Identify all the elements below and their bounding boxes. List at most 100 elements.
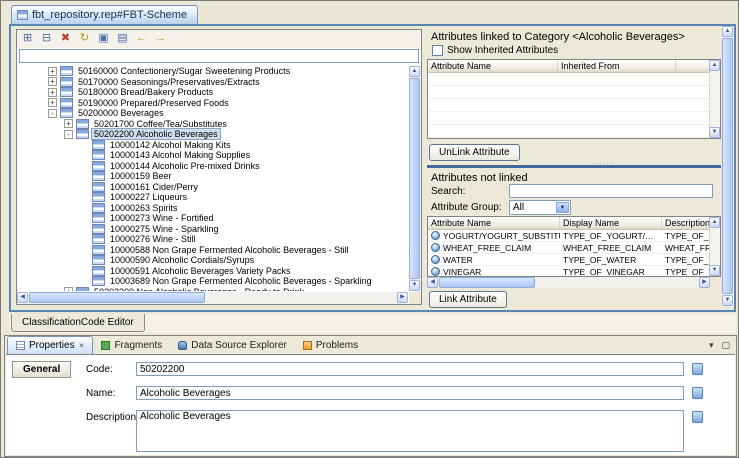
scrollbar-thumb[interactable] — [439, 277, 535, 288]
tree-item[interactable]: 10000590 Alcoholic Cordials/Syrups — [18, 255, 408, 266]
edit-category-button[interactable]: ▤ — [114, 31, 131, 46]
expand-toggle-icon[interactable]: + — [64, 119, 73, 128]
expand-toggle-icon[interactable]: + — [48, 67, 57, 76]
scrollbar-thumb[interactable] — [29, 292, 205, 303]
back-button[interactable]: ← — [133, 31, 150, 46]
attribute-search-input[interactable] — [509, 184, 713, 198]
expand-toggle-icon[interactable]: + — [48, 98, 57, 107]
tree-item[interactable]: 10000276 Wine - Still — [18, 234, 408, 245]
field-decorator-icon[interactable] — [692, 387, 703, 399]
table-vertical-scrollbar[interactable] — [709, 217, 720, 276]
table-row[interactable]: WHEAT_FREE_CLAIMWHEAT_FREE_CLAIMWHEAT_FR… — [428, 242, 709, 254]
expand-all-button[interactable]: ⊞ — [19, 31, 36, 46]
column-header[interactable]: Description — [662, 217, 709, 229]
collapse-toggle-icon[interactable]: - — [64, 130, 73, 139]
tree-item[interactable]: +50190000 Prepared/Preserved Foods — [18, 98, 408, 109]
tree-item[interactable]: -50200000 Beverages — [18, 108, 408, 119]
view-menu-icon[interactable] — [709, 339, 714, 351]
delete-button[interactable]: ✖ — [57, 31, 74, 46]
new-category-button[interactable]: ▣ — [95, 31, 112, 46]
category-icon — [92, 192, 105, 202]
tree-item[interactable]: 10000227 Liqueurs — [18, 192, 408, 203]
expand-toggle-icon[interactable]: + — [64, 287, 73, 291]
table-row[interactable]: YOGURT/YOGURT_SUBSTITUTETYPE_OF_YOGURT/Y… — [428, 230, 709, 242]
tree-item[interactable]: 10000273 Wine - Fortified — [18, 213, 408, 224]
tab-problems[interactable]: Problems — [295, 336, 366, 354]
collapse-toggle-icon[interactable]: - — [48, 109, 57, 118]
tree-item[interactable]: 10000591 Alcoholic Beverages Variety Pac… — [18, 266, 408, 277]
scroll-down-icon[interactable] — [409, 280, 420, 291]
scroll-left-icon[interactable] — [17, 292, 28, 303]
attribute-group-select[interactable]: All — [509, 200, 571, 215]
table-row[interactable]: VINEGARTYPE_OF_VINEGARTYPE_OF_VINEGAR — [428, 266, 709, 277]
tab-fragments[interactable]: Fragments — [93, 336, 170, 354]
close-icon[interactable] — [79, 342, 85, 350]
scroll-up-icon[interactable] — [709, 60, 720, 71]
scroll-right-icon[interactable] — [699, 277, 710, 288]
tree-item[interactable]: 10000263 Spirits — [18, 203, 408, 214]
scrollbar-thumb[interactable] — [409, 78, 420, 279]
tab-properties[interactable]: Properties — [7, 336, 93, 354]
expand-toggle-icon[interactable]: + — [48, 88, 57, 97]
tree-item[interactable]: 10000275 Wine - Sparkling — [18, 224, 408, 235]
scrollbar-thumb[interactable] — [722, 38, 733, 294]
sash-handle-icon[interactable] — [592, 159, 614, 168]
category-icon — [60, 77, 73, 87]
tree-item-label: 10000590 Alcoholic Cordials/Syrups — [108, 255, 256, 265]
tab-data-source-explorer[interactable]: Data Source Explorer — [170, 336, 295, 354]
editor-tab[interactable]: fbt_repository.rep#FBT-Scheme — [11, 5, 198, 24]
tree-item[interactable]: 10000159 Beer — [18, 171, 408, 182]
table-horizontal-scrollbar[interactable] — [427, 277, 710, 288]
link-attribute-button[interactable]: Link Attribute — [429, 291, 507, 308]
tree-item[interactable]: +50170000 Seasonings/Preservatives/Extra… — [18, 77, 408, 88]
tree-horizontal-scrollbar[interactable] — [17, 292, 408, 304]
tree-item[interactable]: 10000142 Alcohol Making Kits — [18, 140, 408, 151]
tree-item[interactable]: +50201700 Coffee/Tea/Substitutes — [18, 119, 408, 130]
tree-item[interactable]: 10003689 Non Grape Fermented Alcoholic B… — [18, 276, 408, 287]
scroll-down-icon[interactable] — [722, 295, 733, 306]
tree-item[interactable]: +50202300 Non Alcoholic Beverages - Read… — [18, 287, 408, 292]
scroll-down-icon[interactable] — [709, 265, 720, 276]
column-header[interactable]: Display Name — [560, 217, 662, 229]
editor-vertical-scrollbar[interactable] — [722, 26, 734, 306]
column-header[interactable]: Attribute Name — [428, 217, 560, 229]
column-header[interactable]: Attribute Name — [428, 60, 558, 72]
maximize-icon[interactable] — [721, 339, 730, 351]
table-row[interactable]: WATERTYPE_OF_WATERTYPE_OF_WATER — [428, 254, 709, 266]
show-inherited-checkbox[interactable] — [432, 45, 443, 56]
collapse-all-button[interactable]: ⊟ — [38, 31, 55, 46]
code-field[interactable] — [136, 362, 684, 376]
table-vertical-scrollbar[interactable] — [709, 60, 720, 138]
tree-item[interactable]: +50160000 Confectionery/Sugar Sweetening… — [18, 66, 408, 77]
expand-toggle-icon[interactable]: + — [48, 77, 57, 86]
tree-item[interactable]: 10000588 Non Grape Fermented Alcoholic B… — [18, 245, 408, 256]
forward-button[interactable]: → — [152, 31, 169, 46]
section-general[interactable]: General — [12, 361, 71, 378]
field-decorator-icon[interactable] — [692, 411, 703, 423]
tree-item[interactable]: 10000143 Alcohol Making Supplies — [18, 150, 408, 161]
collapse-all-icon: ⊟ — [42, 33, 51, 44]
description-field[interactable] — [136, 410, 684, 452]
scroll-right-icon[interactable] — [397, 292, 408, 303]
tree-vertical-scrollbar[interactable] — [409, 66, 421, 291]
tree-item[interactable]: -50202200 Alcoholic Beverages — [18, 129, 408, 140]
table-header: Attribute NameDisplay NameDescription — [428, 217, 709, 230]
category-icon — [92, 224, 105, 234]
scroll-up-icon[interactable] — [409, 66, 420, 77]
panel-sash[interactable] — [427, 165, 721, 168]
scroll-up-icon[interactable] — [722, 26, 733, 37]
tab-classificationcode-editor[interactable]: ClassificationCode Editor — [11, 314, 145, 332]
tree-item[interactable]: 10000161 Cider/Perry — [18, 182, 408, 193]
refresh-button[interactable]: ↻ — [76, 31, 93, 46]
unlink-attribute-button[interactable]: UnLink Attribute — [429, 144, 520, 161]
name-field[interactable] — [136, 386, 684, 400]
tree-item[interactable]: +50180000 Bread/Bakery Products — [18, 87, 408, 98]
tree-filter-input[interactable] — [19, 49, 419, 63]
scroll-down-icon[interactable] — [709, 127, 720, 138]
field-decorator-icon[interactable] — [692, 363, 703, 375]
scroll-up-icon[interactable] — [709, 217, 720, 228]
scroll-left-icon[interactable] — [427, 277, 438, 288]
column-header[interactable]: Inherited From — [558, 60, 676, 72]
tree-item[interactable]: 10000144 Alcoholic Pre-mixed Drinks — [18, 161, 408, 172]
chevron-down-icon[interactable] — [556, 202, 569, 213]
